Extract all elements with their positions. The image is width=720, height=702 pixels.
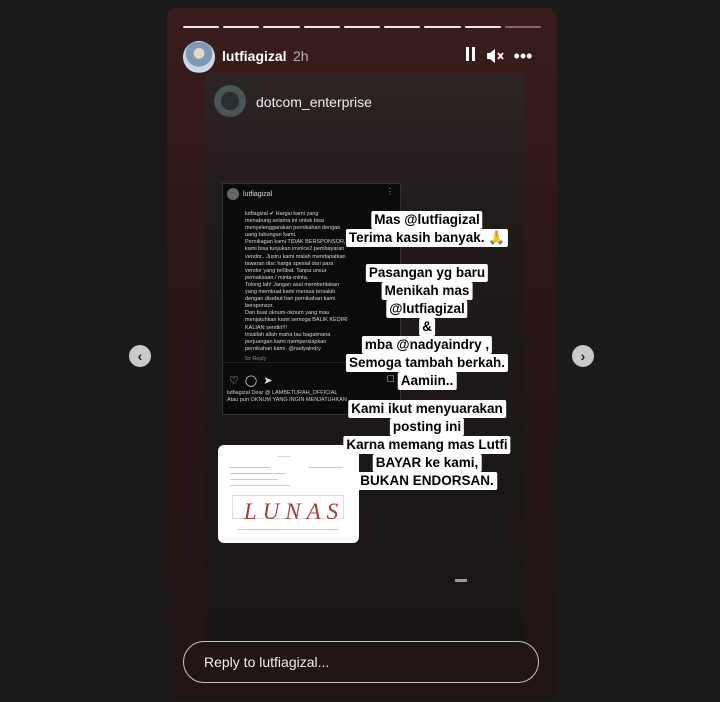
invoice-header: ——— <box>278 453 290 458</box>
caption-line: Kami ikut menyuarakan <box>348 400 506 418</box>
progress-segment <box>183 26 220 28</box>
send-icon: ➤ <box>263 375 273 387</box>
caption-line: Menikah mas <box>381 282 473 300</box>
caption-line: Pasangan yg baru <box>365 264 489 282</box>
story-timestamp: 2h <box>293 48 309 64</box>
post-more-icon: ⋮ <box>386 187 394 196</box>
caption-line: Mas @lutfiagizal <box>371 211 483 229</box>
caption-line: mba @nadyaindry , <box>361 336 493 354</box>
caption-line: & <box>419 318 435 336</box>
more-icon: ••• <box>513 46 533 66</box>
invoice-lunas-image: ——— LUNAS <box>218 445 359 543</box>
chevron-right-icon: › <box>580 348 586 364</box>
post-caption-line: KALIAN sendiri!!! <box>245 324 287 331</box>
shared-account-avatar <box>214 85 246 117</box>
post-caption-line: yang membuat kami merasa tersakiti <box>245 289 335 296</box>
progress-segment <box>464 26 501 28</box>
heart-icon: ♡ <box>229 375 239 387</box>
caption-line: Terima kasih banyak. 🙏 <box>345 229 509 247</box>
progress-segment <box>263 26 300 28</box>
post-caption-line: dengan disebut hari pernikahan kami <box>245 296 336 303</box>
comment-icon: ◯ <box>244 375 258 387</box>
post-caption-line: kami bisa tunjukan invoice2 pembayaran <box>245 246 345 253</box>
post-caption-line: bersponsor. <box>245 303 274 310</box>
post-username: lutfiagizal <box>243 190 273 198</box>
caption-line: BUKAN ENDORSAN. <box>357 472 497 490</box>
pause-icon <box>464 46 476 66</box>
post-caption-line: Dan buat oknum-oknum yang mau <box>245 310 330 317</box>
caption-line: BAYAR ke kami, <box>372 454 482 472</box>
story-progress-bar <box>183 26 541 28</box>
caption-line: Aamiin.. <box>397 372 457 390</box>
reply-input[interactable]: Reply to lutfiagizal... <box>183 641 539 683</box>
progress-segment <box>504 26 541 28</box>
chevron-left-icon: ‹ <box>137 348 143 364</box>
reply-placeholder: Reply to lutfiagizal... <box>204 654 330 670</box>
post-comment-line: lutfiagizal Dear @ LAMBETURAH_OFFICIAL <box>227 390 338 396</box>
pause-button[interactable] <box>463 46 477 66</box>
post-caption-line: vendor.. Justru kami malah mendapatkan <box>245 253 346 260</box>
caption-line: Semoga tambah berkah. <box>345 354 509 372</box>
progress-segment <box>343 26 381 28</box>
lunas-stamp: LUNAS <box>243 499 345 524</box>
progress-segment <box>384 26 421 28</box>
next-story-button[interactable]: › <box>572 345 594 367</box>
post-caption-line: menjatuhkan kami semoga BALIK KEDIRI <box>245 317 348 324</box>
caption-line: @lutfiagizal <box>386 300 468 318</box>
progress-segment <box>303 26 340 28</box>
caption-line: Karna memang mas Lutfi <box>343 436 511 454</box>
bookmark-icon: □ <box>387 373 394 385</box>
avatar[interactable] <box>183 41 215 73</box>
speaker-muted-icon <box>487 49 504 63</box>
story-username[interactable]: lutfiagizal <box>222 48 287 64</box>
shared-account-username[interactable]: dotcom_enterprise <box>256 94 372 110</box>
previous-story-button[interactable]: ‹ <box>129 345 151 367</box>
more-options-button[interactable]: ••• <box>513 46 533 66</box>
post-avatar <box>227 188 239 200</box>
watermark-icon <box>455 579 467 582</box>
progress-segment <box>223 26 260 28</box>
story-viewer: lutfiagizal 2h ••• dotcom_enterprise lut… <box>167 8 557 700</box>
caption-line: posting ini <box>389 418 465 436</box>
progress-segment <box>424 26 461 28</box>
post-caption-line: Tolong lah! Jangan asal memberitakan <box>245 281 340 288</box>
mute-button[interactable] <box>485 46 505 66</box>
